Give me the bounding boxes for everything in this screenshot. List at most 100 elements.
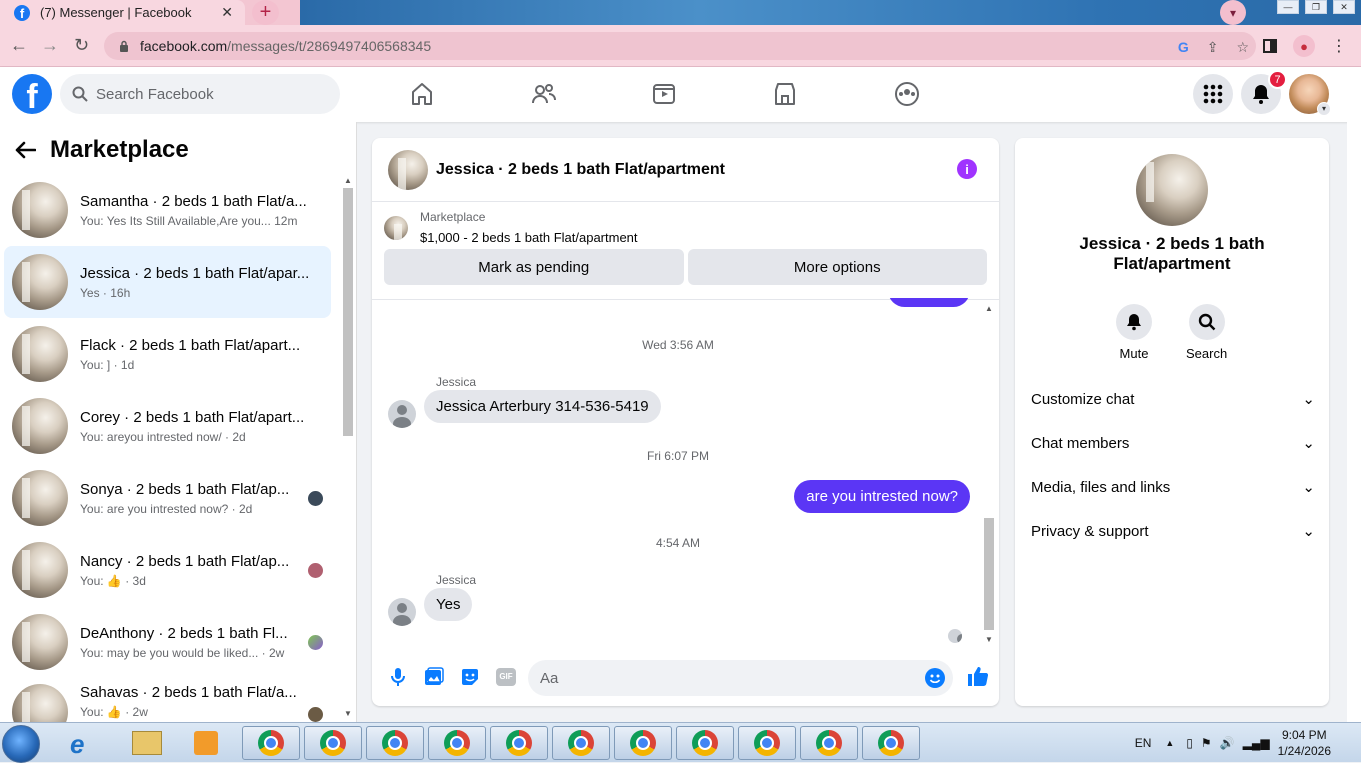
sticker-icon[interactable] [458,665,482,689]
minimize-button[interactable]: — [1277,0,1299,14]
conversation-preview: You: ] · 1d [80,357,135,372]
row-label: Privacy & support [1031,522,1149,540]
chrome-window-icon[interactable] [676,726,734,760]
battery-icon[interactable]: ▯ [1186,736,1193,750]
listing-thumbnail [12,684,68,722]
conversation-item[interactable]: DeAnthony · 2 beds 1 bath Fl... You: may … [4,606,331,678]
mark-as-pending-button[interactable]: Mark as pending [384,249,684,285]
file-explorer-icon[interactable] [132,731,162,755]
facebook-logo-icon[interactable]: f [12,74,52,114]
share-icon[interactable]: ⇪ [1207,39,1219,56]
media-files-links-row[interactable]: Media, files and links ⌄ [1031,478,1315,497]
clock[interactable]: 9:04 PM 1/24/2026 [1278,727,1331,759]
url-path: /messages/t/2869497406568345 [227,38,432,54]
new-tab-button[interactable]: + [252,0,279,25]
photo-attach-icon[interactable] [422,665,446,689]
gif-icon[interactable]: GIF [494,665,518,689]
info-icon[interactable]: i [957,159,977,179]
message-thread: Jessica? Wed 3:56 AM Jessica Jessica Art… [372,298,984,648]
media-player-icon[interactable] [194,731,218,755]
internet-explorer-icon[interactable]: e [70,729,84,760]
start-button-icon[interactable] [2,725,40,763]
google-icon[interactable]: G [1178,39,1189,56]
conversation-item[interactable]: Nancy · 2 beds 1 bath Flat/ap... You: 👍 ·… [4,534,331,606]
tray-expand-icon[interactable]: ▲ [1165,738,1174,748]
sidebar-scrollbar[interactable]: ▲ ▼ [341,174,355,722]
thread-scrollbar[interactable]: ▲ ▼ [982,302,996,646]
chrome-window-icon[interactable] [242,726,300,760]
conversation-item[interactable]: Sahavas · 2 beds 1 bath Flat/a... You: 👍 … [4,678,331,722]
side-panel-icon[interactable] [1263,39,1277,53]
conversation-item[interactable]: Samantha · 2 beds 1 bath Flat/a... You: Y… [4,174,331,246]
mute-action[interactable]: Mute [1116,304,1152,361]
close-window-button[interactable]: ✕ [1333,0,1355,14]
network-icon[interactable]: ▂▄▆ [1243,736,1270,750]
outgoing-message: Jessica? [887,298,970,307]
friends-icon[interactable] [531,81,556,107]
customize-chat-row[interactable]: Customize chat ⌄ [1031,390,1315,409]
privacy-support-row[interactable]: Privacy & support ⌄ [1031,522,1315,541]
conversation-name: Flack · 2 beds 1 bath Flat/apart... [80,336,301,354]
conversation-item[interactable]: Corey · 2 beds 1 bath Flat/apart... You: … [4,390,331,462]
conversation-item-active[interactable]: Jessica · 2 beds 1 bath Flat/apar... Yes … [4,246,331,318]
sender-avatar[interactable] [388,598,416,626]
sender-avatar[interactable] [388,400,416,428]
forward-arrow-icon[interactable]: → [41,35,59,56]
listing-price[interactable]: $1,000 - 2 beds 1 bath Flat/apartment [420,230,638,245]
bookmark-star-icon[interactable]: ☆ [1236,39,1249,56]
chrome-window-icon[interactable] [490,726,548,760]
groups-icon[interactable] [894,81,919,107]
tab-close-icon[interactable]: ✕ [221,4,233,21]
conversation-list: Samantha · 2 beds 1 bath Flat/a... You: Y… [4,174,331,722]
chrome-window-icon[interactable] [614,726,672,760]
browser-tab-messenger[interactable]: f (7) Messenger | Facebook ✕ [0,0,245,25]
notifications-bell-icon[interactable]: 7 [1241,70,1287,114]
chrome-window-icon[interactable] [862,726,920,760]
menu-grid-icon[interactable] [1193,74,1233,114]
back-arrow-icon[interactable]: ← [10,35,28,56]
chat-title[interactable]: Jessica · 2 beds 1 bath Flat/apartment [436,161,725,179]
emoji-icon[interactable] [925,668,945,688]
listing-large-thumbnail[interactable] [1136,154,1208,226]
marketplace-listing-card: Marketplace $1,000 - 2 beds 1 bath Flat/… [372,202,999,300]
profile-icon[interactable]: ● [1293,35,1315,57]
conversation-item[interactable]: Sonya · 2 beds 1 bath Flat/ap... You: are… [4,462,331,534]
flag-icon[interactable]: ⚑ [1201,736,1212,750]
thumbs-up-like-icon[interactable] [967,665,989,687]
language-indicator[interactable]: EN [1135,736,1152,750]
restore-button[interactable]: ❐ [1305,0,1327,14]
chat-members-row[interactable]: Chat members ⌄ [1031,434,1315,453]
listing-thumbnail [12,254,68,310]
volume-icon[interactable]: 🔊 [1220,736,1235,750]
chrome-window-icon[interactable] [738,726,796,760]
tab-search-button[interactable]: ▾ [1220,0,1246,25]
bell-icon [1116,304,1152,340]
browser-menu-icon[interactable]: ⋮ [1331,36,1347,56]
marketplace-icon[interactable] [773,81,797,107]
chat-listing-thumbnail[interactable] [388,149,428,190]
reload-icon[interactable]: ↻ [74,35,89,56]
watch-icon[interactable] [652,81,676,107]
listing-thumbnail [384,215,408,240]
chrome-window-icon[interactable] [428,726,486,760]
home-icon[interactable] [410,81,434,107]
message-input[interactable]: Aa [528,660,953,696]
address-bar[interactable]: facebook.com/messages/t/2869497406568345 [104,32,1256,60]
conversation-name: Nancy · 2 beds 1 bath Flat/ap... [80,552,290,570]
conversation-item[interactable]: Flack · 2 beds 1 bath Flat/apart... You: … [4,318,331,390]
microphone-icon[interactable] [386,665,410,689]
chrome-window-icon[interactable] [366,726,424,760]
account-avatar[interactable]: ▾ [1289,74,1331,116]
chevron-down-icon: ⌄ [1302,435,1315,452]
search-action[interactable]: Search [1186,304,1227,361]
more-options-button[interactable]: More options [687,249,987,285]
conversation-preview: You: are you intrested now? · 2d [80,501,253,516]
facebook-search-input[interactable]: Search Facebook [60,74,340,114]
chrome-window-icon[interactable] [800,726,858,760]
chrome-window-icon[interactable] [552,726,610,760]
chrome-window-icon[interactable] [304,726,362,760]
chat-header: Jessica · 2 beds 1 bath Flat/apartment i [372,138,999,202]
page-scrollbar[interactable] [1347,67,1361,722]
sender-name: Jessica [436,375,477,389]
back-arrow-icon[interactable] [14,141,36,159]
